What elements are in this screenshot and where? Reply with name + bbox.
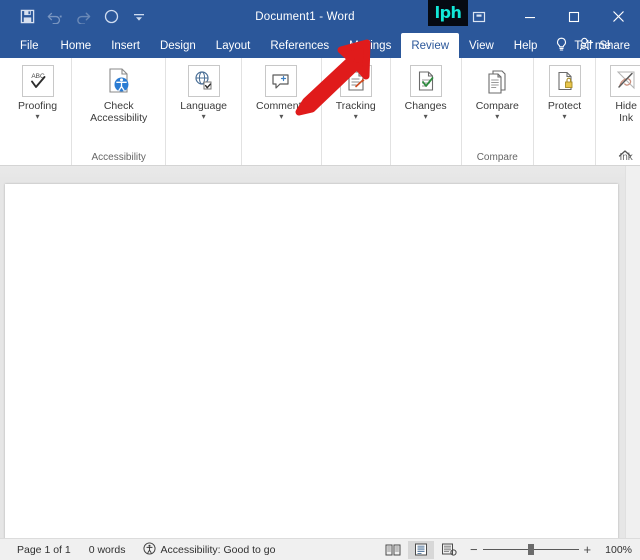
- check-accessibility-button[interactable]: Check Accessibility: [86, 63, 151, 124]
- tab-review[interactable]: Review: [401, 33, 460, 58]
- group-label-compare: Compare: [476, 152, 518, 163]
- tab-mailings[interactable]: Mailings: [339, 33, 401, 58]
- window-controls: [508, 0, 640, 33]
- compare-button[interactable]: Compare ▾ Compare: [472, 63, 523, 163]
- tab-insert[interactable]: Insert: [101, 33, 150, 58]
- protect-lock-doc-icon: [548, 65, 581, 97]
- share-button[interactable]: Share: [579, 33, 630, 58]
- ribbon-tab-bar: File Home Insert Design Layout Reference…: [0, 33, 640, 58]
- tracking-label: Tracking: [335, 100, 376, 112]
- comments-button[interactable]: Comments ▾: [252, 63, 311, 121]
- accessibility-status-label: Accessibility: Good to go: [160, 543, 276, 556]
- comment-bubble-icon: [265, 65, 298, 97]
- protect-label: Protect: [547, 100, 582, 112]
- language-button[interactable]: Language ▾: [176, 63, 231, 121]
- word-count[interactable]: 0 words: [80, 544, 135, 556]
- ribbon-group-accessibility: Check Accessibility Accessibility: [72, 58, 167, 165]
- chevron-down-icon[interactable]: ▾: [279, 112, 283, 121]
- accessibility-doc-icon: [102, 65, 135, 97]
- language-label: Language: [180, 100, 228, 112]
- tracking-button[interactable]: Tracking ▾: [332, 63, 380, 121]
- accept-change-icon: [409, 65, 442, 97]
- tab-view[interactable]: View: [459, 33, 504, 58]
- title-bar: Document1 - Word lph: [0, 0, 640, 33]
- zoom-track[interactable]: [482, 544, 579, 555]
- zoom-level-label[interactable]: 100%: [599, 544, 632, 556]
- page-indicator[interactable]: Page 1 of 1: [8, 544, 80, 556]
- chevron-down-icon[interactable]: ▾: [36, 112, 40, 121]
- zoom-slider[interactable]: − +: [464, 543, 597, 556]
- share-label: Share: [599, 39, 630, 52]
- compare-docs-icon: [481, 65, 514, 97]
- tab-layout[interactable]: Layout: [206, 33, 261, 58]
- proofing-label: Proofing: [18, 100, 58, 112]
- status-bar-right: − + 100%: [380, 540, 632, 559]
- ribbon-group-proofing: ABC Proofing ▾: [4, 58, 73, 165]
- ribbon-group-compare: Compare ▾ Compare: [462, 58, 534, 165]
- status-bar: Page 1 of 1 0 words Accessibility: Good …: [0, 538, 640, 560]
- chevron-down-icon[interactable]: ▾: [563, 112, 567, 121]
- track-changes-icon: [339, 65, 372, 97]
- accessibility-status[interactable]: Accessibility: Good to go: [134, 541, 284, 558]
- zoom-thumb[interactable]: [527, 544, 534, 555]
- watermark-text: lph: [434, 3, 462, 22]
- ribbon: ABC Proofing ▾ Check Accessibility Acces…: [0, 58, 640, 166]
- hide-ink-pen-icon: [610, 65, 640, 97]
- minimize-button[interactable]: [508, 0, 552, 33]
- undo-icon[interactable]: [42, 5, 68, 29]
- customize-quick-access-toolbar-icon[interactable]: [126, 5, 152, 29]
- tab-help[interactable]: Help: [504, 33, 548, 58]
- protect-button[interactable]: Protect ▾: [544, 63, 585, 121]
- proofing-button[interactable]: ABC Proofing ▾: [14, 63, 61, 121]
- abc-checkmark-icon: ABC: [21, 65, 54, 97]
- tab-file[interactable]: File: [8, 33, 51, 58]
- ribbon-group-language: Language ▾: [166, 58, 243, 165]
- ribbon-group-tracking: Tracking ▾: [322, 58, 391, 165]
- collapse-ribbon-icon[interactable]: [618, 147, 632, 161]
- chevron-down-icon[interactable]: ▾: [495, 112, 499, 121]
- hide-ink-button[interactable]: Hide Ink Ink: [606, 63, 640, 163]
- tab-design[interactable]: Design: [150, 33, 206, 58]
- tab-references[interactable]: References: [260, 33, 339, 58]
- zoom-out-button[interactable]: −: [470, 543, 478, 556]
- web-layout-view-button[interactable]: [436, 541, 462, 559]
- lightbulb-icon: [555, 37, 568, 55]
- group-label-accessibility: Accessibility: [91, 152, 146, 163]
- page-title: Document1 - Word: [255, 10, 355, 23]
- save-icon[interactable]: [14, 5, 40, 29]
- compare-label: Compare: [475, 100, 519, 112]
- ribbon-group-protect: Protect ▾: [534, 58, 597, 165]
- autosave-circle-icon[interactable]: [98, 5, 124, 29]
- word-application-window: Document1 - Word lph File Home Insert De…: [0, 0, 640, 560]
- redo-icon[interactable]: [70, 5, 96, 29]
- check-accessibility-label: Check Accessibility: [90, 100, 148, 124]
- read-mode-view-button[interactable]: [380, 541, 406, 559]
- chevron-down-icon[interactable]: ▾: [354, 112, 358, 121]
- document-page[interactable]: [5, 184, 618, 538]
- vertical-scrollbar[interactable]: [625, 166, 640, 538]
- quick-access-toolbar: [0, 5, 152, 29]
- maximize-button[interactable]: [552, 0, 596, 33]
- share-person-icon: [579, 37, 594, 54]
- changes-button[interactable]: Changes ▾: [401, 63, 451, 121]
- restore-down-icon[interactable]: [461, 0, 497, 33]
- ribbon-edge-shadow: [0, 166, 640, 180]
- close-button[interactable]: [596, 0, 640, 33]
- ribbon-group-changes: Changes ▾: [391, 58, 462, 165]
- changes-label: Changes: [404, 100, 447, 112]
- zoom-in-button[interactable]: +: [584, 543, 592, 556]
- hide-ink-label: Hide Ink: [615, 100, 637, 124]
- ribbon-group-comments: Comments ▾: [242, 58, 322, 165]
- comments-label: Comments: [256, 100, 307, 112]
- document-area[interactable]: [0, 166, 640, 538]
- tab-home[interactable]: Home: [51, 33, 102, 58]
- print-layout-view-button[interactable]: [407, 540, 434, 559]
- chevron-down-icon[interactable]: ▾: [202, 112, 206, 121]
- accessibility-person-icon: [143, 541, 157, 558]
- chevron-down-icon[interactable]: ▾: [424, 112, 428, 121]
- language-globe-icon: [187, 65, 220, 97]
